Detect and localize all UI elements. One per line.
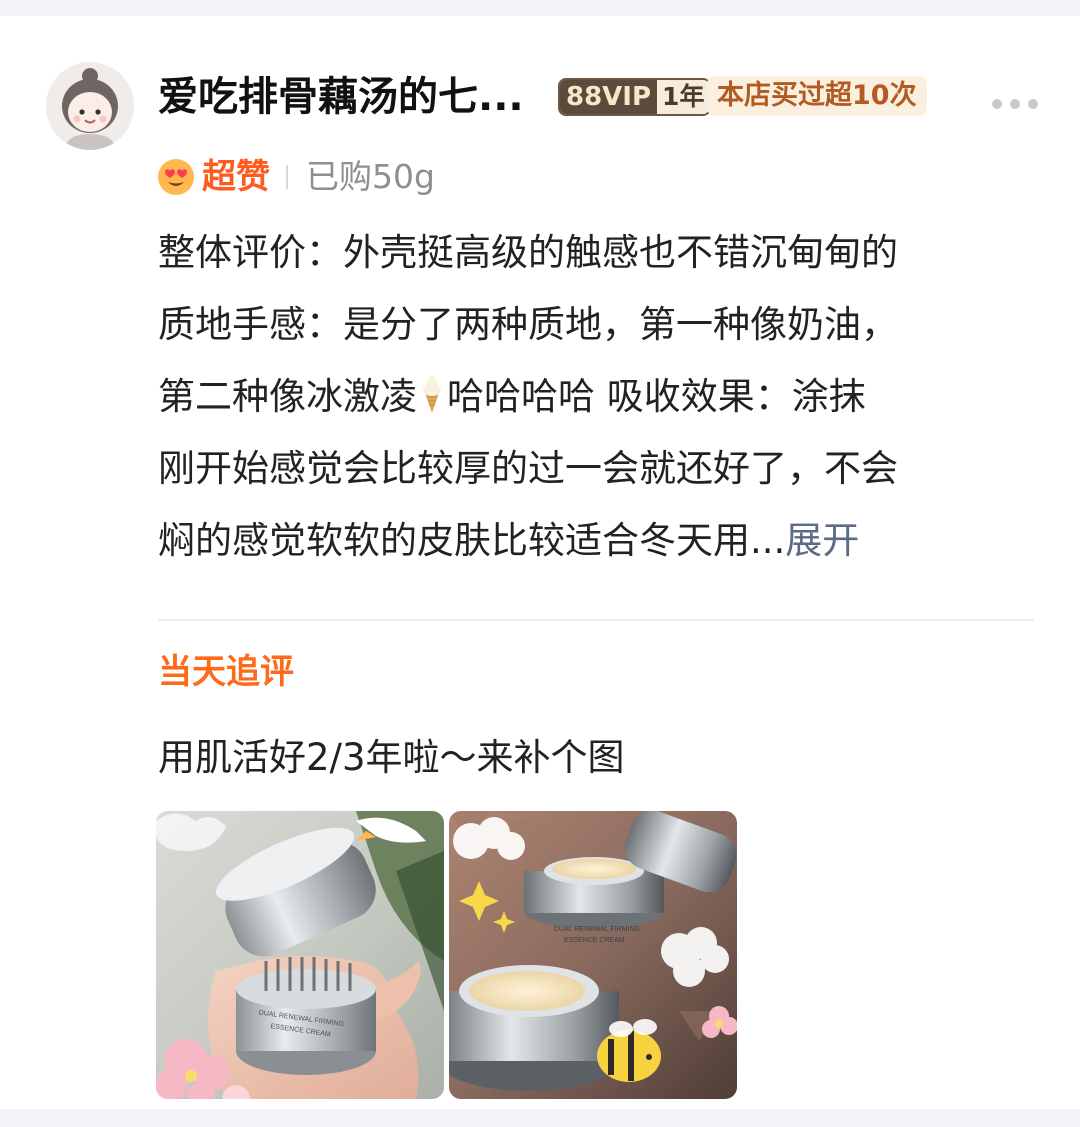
review-line: 质地手感：是分了两种质地，第一种像奶油， bbox=[158, 303, 898, 346]
rating-label: 超赞 bbox=[202, 157, 270, 197]
review-text[interactable]: 整体评价：外壳挺高级的触感也不错沉甸甸的 质地手感：是分了两种质地，第一种像奶油… bbox=[158, 217, 1038, 577]
purchase-spec: 已购50g bbox=[306, 157, 435, 196]
vip-years: 1年 bbox=[657, 80, 710, 114]
rating-divider bbox=[286, 165, 288, 189]
product-photo-open-jars: DUAL RENEWAL FIRMING ESSENCE CREAM bbox=[449, 811, 737, 1099]
followup-text[interactable]: 用肌活好2/3年啦～来补个图 bbox=[158, 730, 625, 786]
more-options-icon[interactable] bbox=[992, 98, 1038, 110]
followup-title: 当天追评 bbox=[158, 652, 294, 692]
review-segment: 第二种像冰激凌 bbox=[158, 375, 417, 418]
review-line: 整体评价：外壳挺高级的触感也不错沉甸甸的 bbox=[158, 231, 898, 274]
expand-button[interactable]: 展开 bbox=[785, 519, 859, 562]
review-segment: 哈哈哈哈 吸收效果：涂抹 bbox=[447, 375, 866, 418]
avatar[interactable] bbox=[46, 62, 134, 150]
top-separator bbox=[0, 0, 1080, 16]
photo-print-line: DUAL RENEWAL FIRMING bbox=[554, 926, 640, 933]
section-divider bbox=[158, 619, 1034, 621]
review-line: 刚开始感觉会比较厚的过一会就还好了，不会 bbox=[158, 447, 898, 490]
product-photo-hand: DUAL RENEWAL FIRMING ESSENCE CREAM bbox=[156, 811, 444, 1099]
review-photo-1[interactable]: DUAL RENEWAL FIRMING ESSENCE CREAM bbox=[156, 811, 444, 1099]
review-photo-2[interactable]: DUAL RENEWAL FIRMING ESSENCE CREAM bbox=[449, 811, 737, 1099]
rating-row: 超赞 已购50g bbox=[156, 152, 435, 202]
avatar-illustration bbox=[46, 62, 134, 150]
repeat-buyer-badge: 本店买过超10次 bbox=[707, 76, 927, 116]
username[interactable]: 爱吃排骨藕汤的七... bbox=[158, 70, 524, 124]
bottom-separator bbox=[0, 1109, 1080, 1127]
heart-eyes-icon bbox=[158, 159, 194, 195]
review-card: 爱吃排骨藕汤的七... 88VIP 1年 本店买过超10次 超赞 已购50g 整… bbox=[0, 0, 1080, 1127]
review-line: 第二种像冰激凌 哈哈哈哈 吸收效果：涂抹 bbox=[158, 361, 1038, 433]
vip-label: 88VIP bbox=[560, 80, 658, 114]
review-line: 焖的感觉软软的皮肤比较适合冬天用...展开 bbox=[158, 505, 1038, 577]
review-segment: 焖的感觉软软的皮肤比较适合冬天用... bbox=[158, 519, 786, 562]
photo-print-line: ESSENCE CREAM bbox=[564, 937, 625, 944]
ice-cream-icon bbox=[423, 376, 441, 413]
vip-badge: 88VIP 1年 bbox=[558, 78, 712, 116]
